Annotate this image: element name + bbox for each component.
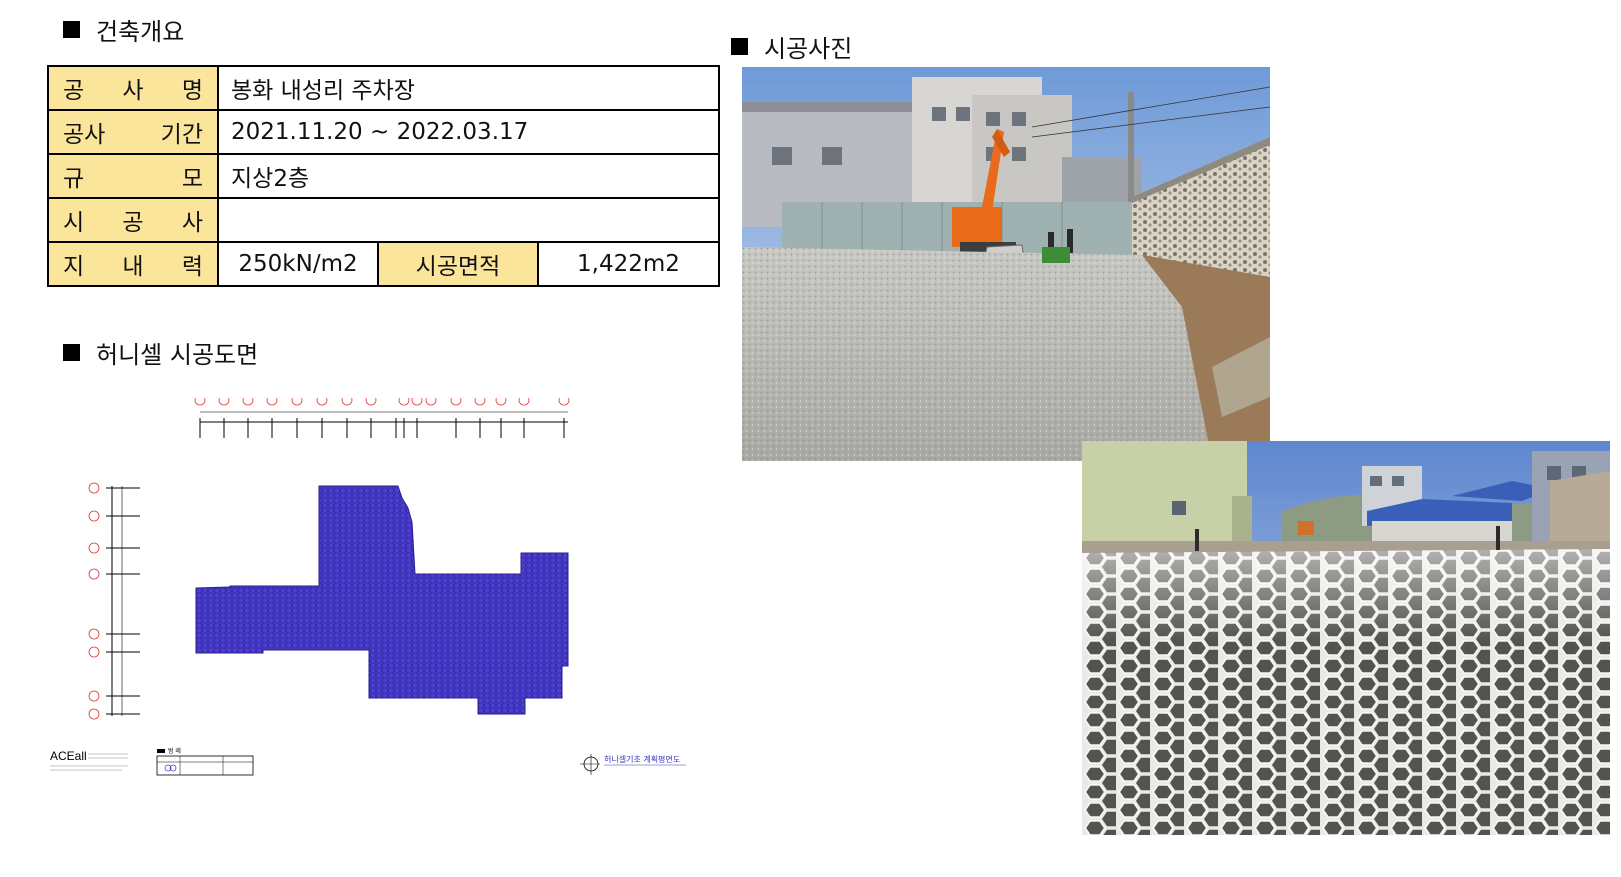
table-row: 공사명 봉화 내성리 주차장 [47,65,720,111]
row-label: 지내력 [47,241,219,287]
square-bullet-icon [63,21,80,38]
honeycell-paving-photo [1082,441,1610,835]
overview-table: 공사명 봉화 내성리 주차장 공사 기간 2021.11.20 ~ 2022.03… [47,65,720,287]
row-label: 시공사 [47,197,219,243]
row-label: 공사 기간 [47,109,219,155]
project-name: 봉화 내성리 주차장 [217,65,720,111]
row-label: 공사명 [47,65,219,111]
drawing-logo: ACEall [50,749,87,763]
table-row: 규모 지상2층 [47,153,720,199]
row-label: 규모 [47,153,219,199]
construction-photo-honeycell [1082,441,1610,835]
photos-heading: 시공사진 [731,29,852,64]
table-row: 지내력 250kN/m2 시공면적 1,422m2 [47,241,720,287]
square-bullet-icon [731,38,748,55]
gravel-site-photo [742,67,1270,461]
bearing-value: 250kN/m2 [217,241,379,287]
drawing-title: 허니셀기초 계획평면도 [604,754,680,764]
project-period: 2021.11.20 ~ 2022.03.17 [217,109,720,155]
legend-title: 범 례 [168,747,181,755]
table-row: 시공사 [47,197,720,243]
contractor [217,197,720,243]
construction-photo-gravel [742,67,1270,461]
project-scale: 지상2층 [217,153,720,199]
area-value: 1,422m2 [537,241,720,287]
honeycell-plan-drawing: ACEall 범 례 허니셀기초 계획평면도 [50,398,686,776]
area-label: 시공면적 [377,241,539,287]
overview-heading: 건축개요 [63,12,184,47]
square-bullet-icon [63,344,80,361]
honeycell-area-shape [195,485,569,715]
drawing-heading: 허니셀 시공도면 [63,335,258,370]
table-row: 공사 기간 2021.11.20 ~ 2022.03.17 [47,109,720,155]
